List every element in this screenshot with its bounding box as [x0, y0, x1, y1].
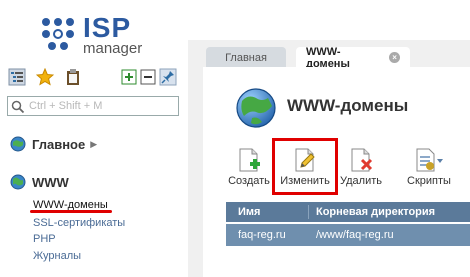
- globe-icon: [10, 174, 26, 190]
- home-globe-icon: [10, 136, 26, 152]
- create-icon: [239, 148, 260, 172]
- chevron-right-icon: ▶: [90, 138, 98, 149]
- close-tab-icon[interactable]: ×: [389, 52, 400, 63]
- tab-main[interactable]: Главная: [206, 47, 286, 68]
- ispmanager-logo: ISP manager: [38, 10, 158, 57]
- clipboard-icon[interactable]: [64, 68, 82, 86]
- logo-mark-icon: [42, 18, 74, 50]
- sidebar-search[interactable]: [7, 96, 179, 116]
- column-separator: [308, 205, 309, 219]
- column-header-name[interactable]: Имя: [238, 206, 260, 218]
- create-button-label: Создать: [228, 175, 270, 187]
- www-globe-icon: [236, 88, 276, 128]
- page-title: WWW-домены: [287, 96, 409, 115]
- cell-name: faq-reg.ru: [238, 229, 286, 241]
- edit-button-highlight: [272, 138, 338, 195]
- delete-icon: [351, 148, 373, 172]
- table-header: Имя Корневая директория: [226, 202, 470, 222]
- search-icon: [11, 100, 25, 114]
- logo-secondary-text: manager: [83, 40, 143, 57]
- scripts-button-label: Скрипты: [407, 175, 451, 187]
- sidebar-toolbar: [6, 68, 182, 88]
- scripts-button[interactable]: Скрипты: [400, 145, 458, 191]
- scripts-icon: [416, 148, 443, 172]
- pin-icon[interactable]: [159, 68, 177, 86]
- sidebar-item-php[interactable]: PHP: [33, 233, 56, 245]
- table-row[interactable]: faq-reg.ru /www/faq-reg.ru: [226, 224, 470, 246]
- tree-view-icon[interactable]: [8, 68, 26, 86]
- sidebar-item-ssl-certificates[interactable]: SSL-сертификаты: [33, 217, 125, 229]
- nav-section-www[interactable]: WWW: [10, 174, 69, 190]
- delete-button-label: Удалить: [340, 175, 382, 187]
- expand-all-icon[interactable]: [120, 68, 138, 86]
- favorites-star-icon[interactable]: [36, 68, 54, 86]
- nav-section-main[interactable]: Главное ▶: [10, 136, 97, 152]
- tab-www-domains[interactable]: WWW-домены ×: [296, 45, 410, 70]
- nav-section-www-label: WWW: [32, 174, 69, 190]
- collapse-all-icon[interactable]: [139, 68, 157, 86]
- active-item-underline: [30, 210, 112, 213]
- cell-root-dir: /www/faq-reg.ru: [316, 229, 394, 241]
- create-button[interactable]: Создать: [220, 145, 278, 191]
- column-header-root-dir[interactable]: Корневая директория: [316, 206, 435, 218]
- tab-www-domains-label: WWW-домены: [306, 45, 350, 70]
- delete-button[interactable]: Удалить: [332, 145, 390, 191]
- tab-main-label: Главная: [225, 51, 267, 64]
- sidebar-item-logs[interactable]: Журналы: [33, 250, 81, 262]
- search-input[interactable]: [29, 99, 175, 113]
- nav-section-main-label: Главное: [32, 136, 86, 152]
